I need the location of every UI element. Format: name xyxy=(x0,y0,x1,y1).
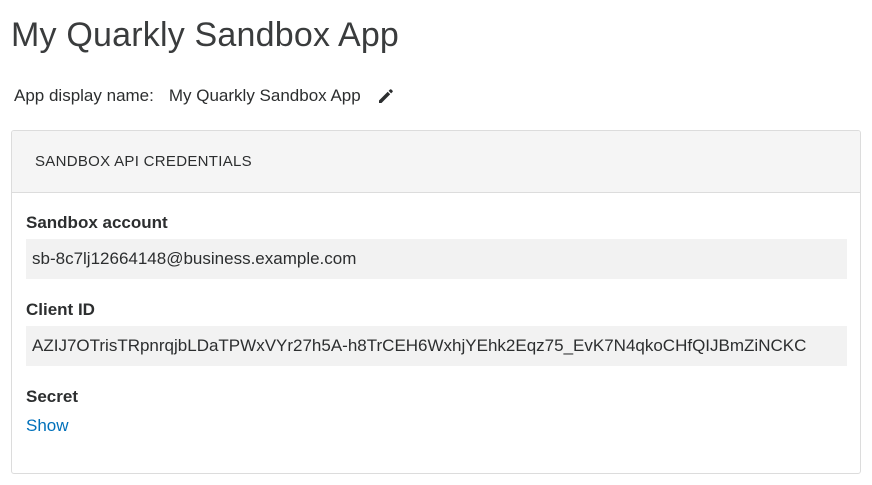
client-id-value[interactable]: AZIJ7OTrisTRpnrqjbLDaTPWxVYr27h5A-h8TrCE… xyxy=(26,326,847,366)
credentials-header: SANDBOX API CREDENTIALS xyxy=(12,131,860,193)
app-display-name-label: App display name: xyxy=(14,86,154,105)
client-id-label: Client ID xyxy=(26,300,95,319)
show-secret-link[interactable]: Show xyxy=(26,416,69,436)
sandbox-account-value[interactable]: sb-8c7lj12664148@business.example.com xyxy=(26,239,847,279)
app-display-name-row: App display name: My Quarkly Sandbox App xyxy=(14,82,395,110)
pencil-icon[interactable] xyxy=(377,87,395,105)
sandbox-credentials-card: SANDBOX API CREDENTIALS Sandbox account … xyxy=(11,130,861,474)
sandbox-account-label: Sandbox account xyxy=(26,213,168,232)
page-title: My Quarkly Sandbox App xyxy=(11,16,400,54)
app-display-name-value: My Quarkly Sandbox App xyxy=(168,86,361,105)
secret-label: Secret xyxy=(26,387,78,406)
